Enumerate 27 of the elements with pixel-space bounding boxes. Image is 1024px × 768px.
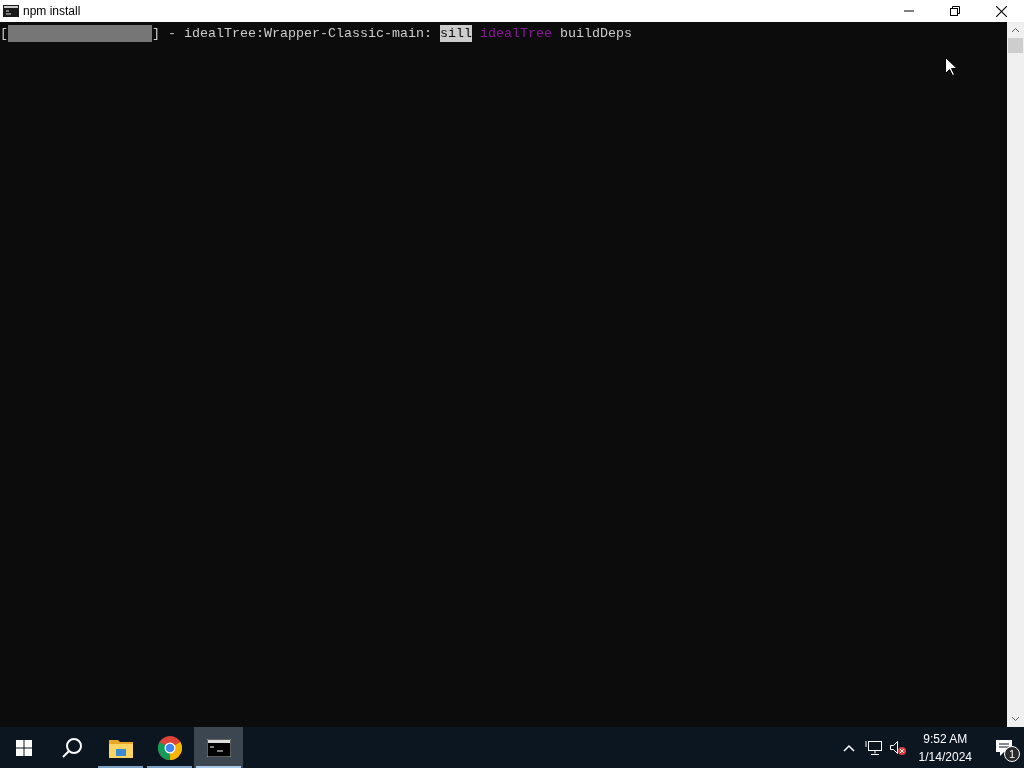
clock-time[interactable]: 9:52 AM — [923, 729, 968, 748]
muted-speaker-icon[interactable] — [888, 739, 907, 756]
taskbar-app-button[interactable] — [194, 727, 243, 768]
close-icon — [995, 5, 1007, 17]
browser-icon — [157, 735, 182, 760]
scrollbar[interactable] — [1007, 22, 1024, 727]
terminal-text: buildDeps — [558, 25, 632, 42]
scroll-up-icon[interactable] — [1011, 26, 1020, 35]
terminal-text: ] - idealTree:Wrapper-Classic-main: — [152, 25, 433, 42]
network-icon[interactable] — [864, 739, 883, 756]
notification-count-badge: 1 — [1004, 746, 1020, 762]
folder-icon — [108, 737, 133, 758]
chevron-up-icon[interactable] — [842, 743, 855, 752]
log-level-label: sill — [439, 25, 472, 42]
window-title: npm install — [23, 3, 81, 20]
terminal-text: idealTree — [478, 25, 552, 42]
terminal-text: [ — [0, 25, 8, 42]
action-center-button[interactable]: 1 — [984, 727, 1024, 768]
restore-icon — [950, 6, 960, 16]
console-icon — [3, 5, 19, 17]
scroll-down-icon[interactable] — [1011, 714, 1020, 723]
mouse-pointer-icon — [945, 57, 957, 76]
search-icon — [61, 736, 83, 759]
windows-icon — [16, 739, 32, 756]
clock-date[interactable]: 1/14/2024 — [918, 747, 972, 766]
scroll-thumb[interactable] — [1008, 38, 1023, 53]
console-icon — [206, 738, 231, 757]
